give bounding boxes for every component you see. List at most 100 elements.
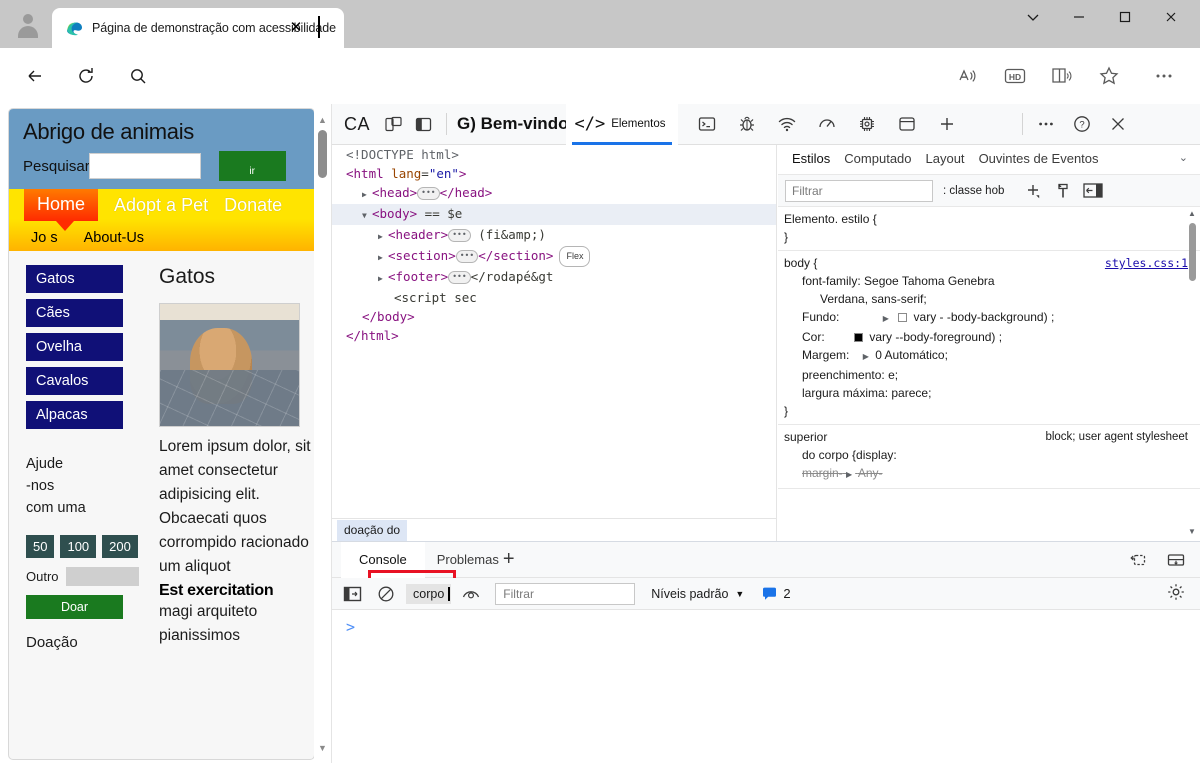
tab-computado[interactable]: Computado xyxy=(844,151,911,169)
decl-font-family[interactable]: font-family: Segoe Tahoma Genebra xyxy=(784,272,1200,290)
close-window-button[interactable] xyxy=(1148,0,1194,34)
hd-icon[interactable]: HD xyxy=(997,58,1033,94)
dom-node-row[interactable]: </body> xyxy=(332,307,776,326)
expand-triangle-icon[interactable]: ▶ xyxy=(883,310,889,328)
favorite-star-icon[interactable] xyxy=(1091,58,1127,94)
breadcrumb-item[interactable]: doação do xyxy=(337,519,408,541)
amount-50[interactable]: 50 xyxy=(26,535,55,558)
styles-scroll-down-icon[interactable]: ▼ xyxy=(1186,525,1198,537)
help-icon[interactable]: ? xyxy=(1067,109,1097,139)
decl-padding[interactable]: preenchimento: e; xyxy=(784,366,1200,384)
network-icon[interactable] xyxy=(772,109,802,139)
category-ovelha[interactable]: Ovelha xyxy=(26,333,123,361)
nav-item-home[interactable]: Home xyxy=(24,189,99,231)
dom-node-row[interactable]: <!DOCTYPE html> xyxy=(332,145,776,164)
decl-margin-overridden[interactable]: margin- ▶ Any- xyxy=(784,464,1200,484)
page-scrollbar[interactable]: ▲ ▼ xyxy=(314,108,330,760)
dom-node-row[interactable]: ▶ <section> ••• </section> Flex xyxy=(332,246,776,267)
device-toolbar-icon[interactable] xyxy=(378,109,408,139)
dom-node-row[interactable]: ▶ <head> ••• </head> xyxy=(332,183,776,204)
browser-more-icon[interactable] xyxy=(1146,58,1182,94)
dom-node-row[interactable]: <script sec xyxy=(332,288,776,307)
collapsed-children-icon[interactable]: ••• xyxy=(417,187,440,200)
tab-estilos[interactable]: Estilos xyxy=(792,151,830,169)
toggle-styles-sidebar-icon[interactable] xyxy=(1080,179,1106,203)
styles-scrollbar-thumb[interactable] xyxy=(1189,223,1196,281)
dom-node-row[interactable]: ▶ <header> ••• (fi&amp;) xyxy=(332,225,776,246)
tab-actions-chevron-icon[interactable] xyxy=(1010,0,1056,34)
decl-background[interactable]: Fundo: ▶ vary - -body-background) ; xyxy=(784,308,1200,328)
scroll-down-arrow-icon[interactable]: ▼ xyxy=(316,741,329,754)
decl-color[interactable]: Cor: vary --body-foreground) ; xyxy=(784,328,1200,346)
dom-tree-pane[interactable]: ••• <!DOCTYPE html><html lang="en">▶<hea… xyxy=(332,145,777,541)
search-icon[interactable] xyxy=(120,58,156,94)
console-output[interactable]: > xyxy=(332,610,1200,763)
add-panel-icon[interactable] xyxy=(932,109,962,139)
maximize-button[interactable] xyxy=(1102,0,1148,34)
expand-triangle-open-icon[interactable]: ▼ xyxy=(362,206,372,225)
tab-console[interactable]: Console xyxy=(341,541,425,578)
decl-margin[interactable]: Margem: ▶ 0 Automático; xyxy=(784,346,1200,366)
new-style-rule-icon[interactable] xyxy=(1020,179,1046,203)
other-amount-input[interactable] xyxy=(65,567,139,586)
drawer-add-tab-icon[interactable]: + xyxy=(503,548,515,571)
tab-layout[interactable]: Layout xyxy=(926,151,965,169)
styles-filter-input[interactable]: Filtrar xyxy=(785,179,933,202)
dom-node-row[interactable]: ▼ <body> == $e xyxy=(332,204,776,225)
tab-elementos[interactable]: </> Elementos xyxy=(566,103,678,145)
nav-item-donate[interactable]: Donate xyxy=(224,189,282,216)
styles-scroll-up-icon[interactable]: ▲ xyxy=(1186,207,1198,219)
minimize-button[interactable] xyxy=(1056,0,1102,34)
live-expression-eye-icon[interactable] xyxy=(457,581,485,607)
rule-source-link[interactable]: styles.css:1 xyxy=(1105,254,1188,272)
dom-node-row[interactable]: </html> xyxy=(332,326,776,345)
donate-button[interactable]: Doar xyxy=(26,595,123,619)
console-settings-gear-icon[interactable] xyxy=(1166,582,1186,607)
styles-tabs-chevron-icon[interactable]: ⌄ xyxy=(1179,151,1188,164)
styles-scrollbar[interactable]: ▲ ▼ xyxy=(1186,207,1198,537)
style-rule-element[interactable]: Elemento. estilo { } xyxy=(778,207,1200,251)
tab-bem-vindo[interactable]: G) Bem-vindo xyxy=(457,114,568,134)
expand-triangle-icon[interactable]: ▶ xyxy=(863,348,869,366)
back-icon[interactable] xyxy=(17,58,53,94)
reload-icon[interactable] xyxy=(68,58,104,94)
bug-icon[interactable] xyxy=(732,109,762,139)
nav-item-jobs[interactable]: Jo s xyxy=(31,230,58,246)
decl-display[interactable]: do corpo {display: xyxy=(784,446,1200,464)
dom-node-row[interactable]: <html lang="en"> xyxy=(332,164,776,183)
console-sidebar-icon[interactable] xyxy=(338,581,366,607)
tab-problemas[interactable]: Problemas xyxy=(437,552,499,567)
nav-item-about-us[interactable]: About-Us xyxy=(84,230,144,246)
devtools-more-icon[interactable] xyxy=(1031,109,1061,139)
expand-triangle-icon[interactable]: ▶ xyxy=(846,466,852,484)
breadcrumb[interactable]: doação do xyxy=(332,518,776,541)
expand-triangle-icon[interactable]: ▶ xyxy=(378,269,388,288)
expand-triangle-icon[interactable]: ▶ xyxy=(378,248,388,267)
open-in-new-tab-icon[interactable] xyxy=(1128,550,1148,575)
console-message-badge[interactable]: 2 xyxy=(762,586,791,601)
dock-side-icon[interactable] xyxy=(408,109,438,139)
class-hover-toggle[interactable]: : classe hob xyxy=(943,185,1004,197)
devtools-close-icon[interactable] xyxy=(1103,109,1133,139)
nav-item-adopt[interactable]: Adopt a Pet xyxy=(114,189,208,216)
browser-tab[interactable]: Página de demonstração com acessibilidad… xyxy=(52,8,344,48)
expand-triangle-icon[interactable]: ▶ xyxy=(362,185,372,204)
collapsed-children-icon[interactable]: ••• xyxy=(455,250,479,263)
flex-badge[interactable]: Flex xyxy=(559,246,591,267)
scrollbar-thumb[interactable] xyxy=(318,130,327,178)
clear-console-icon[interactable] xyxy=(372,581,400,607)
color-swatch[interactable] xyxy=(854,333,864,342)
console-levels-caret-icon[interactable]: ▼ xyxy=(735,589,744,599)
application-icon[interactable] xyxy=(892,109,922,139)
copy-styles-icon[interactable] xyxy=(1050,179,1076,203)
decl-max-width[interactable]: largura máxima: parece; xyxy=(784,384,1200,402)
amount-200[interactable]: 200 xyxy=(102,535,138,558)
dock-bottom-icon[interactable] xyxy=(1166,550,1186,575)
console-levels-label[interactable]: Níveis padrão xyxy=(651,587,728,601)
category-alpacas[interactable]: Alpacas xyxy=(26,401,123,429)
memory-icon[interactable] xyxy=(852,109,882,139)
category-gatos[interactable]: Gatos xyxy=(26,265,123,293)
collapsed-children-icon[interactable]: ••• xyxy=(448,229,471,242)
style-rule-user-agent[interactable]: block; user agent stylesheet superior do… xyxy=(778,425,1200,489)
amount-100[interactable]: 100 xyxy=(60,535,97,558)
